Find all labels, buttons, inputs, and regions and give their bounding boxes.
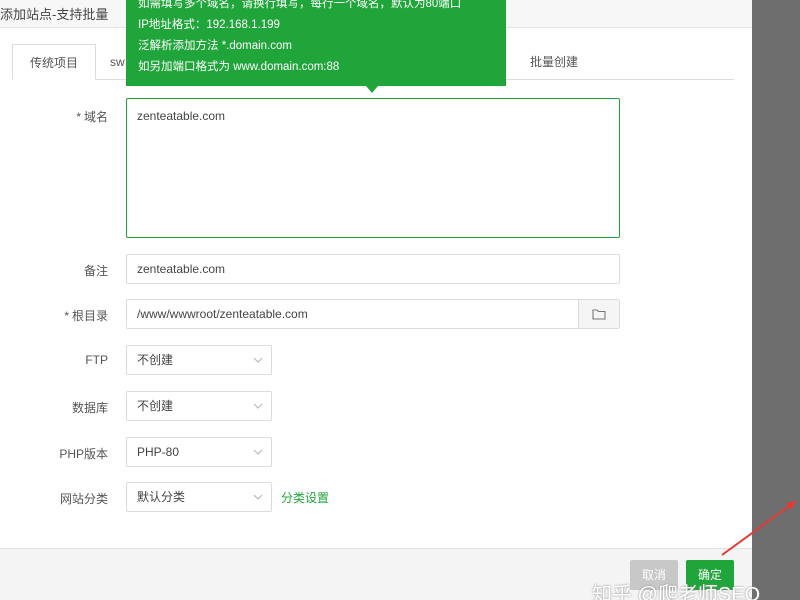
ftp-label: FTP [85, 353, 108, 367]
add-site-dialog: 添加站点-支持批量 传统项目 sw 批量创建 * 域名 zenteatable.c… [0, 0, 752, 600]
database-select-value: 不创建 [137, 399, 174, 413]
chevron-down-icon [253, 449, 263, 455]
note-input[interactable] [126, 254, 620, 284]
annotation-arrow-icon [721, 500, 797, 556]
root-dir-label: * 根目录 [0, 307, 108, 324]
tooltip-line: 如需填写多个域名，请换行填写，每行一个域名，默认为80端口 [138, 0, 462, 10]
required-mark: * [64, 309, 69, 323]
site-category-label: 网站分类 [59, 492, 108, 506]
domain-label-text: 域名 [83, 110, 108, 124]
root-dir-label-text: 根目录 [71, 309, 108, 323]
tab-batch-create[interactable]: 批量创建 [504, 44, 604, 80]
browse-folder-button[interactable] [578, 299, 620, 329]
tooltip-line: 泛解析添加方法 *.domain.com [138, 40, 293, 52]
watermark: 知乎 @爬老师SEO [592, 584, 761, 600]
site-category-select-value: 默认分类 [137, 490, 186, 504]
root-dir-input[interactable] [126, 299, 578, 329]
site-category-select[interactable]: 默认分类 [126, 482, 272, 512]
database-select[interactable]: 不创建 [126, 391, 272, 421]
chevron-down-icon [253, 357, 263, 363]
tooltip-line: IP地址格式：192.168.1.199 [138, 19, 280, 31]
tooltip-arrow [366, 86, 378, 93]
category-settings-link[interactable]: 分类设置 [281, 489, 329, 506]
ftp-select-value: 不创建 [137, 353, 174, 367]
database-label: 数据库 [71, 401, 108, 415]
chevron-down-icon [253, 403, 263, 409]
note-label: 备注 [83, 264, 108, 278]
domain-textarea[interactable]: zenteatable.com [126, 98, 620, 238]
php-version-select-value: PHP-80 [137, 445, 180, 459]
tab-traditional-project[interactable]: 传统项目 [12, 44, 96, 80]
php-version-label: PHP版本 [59, 447, 108, 461]
folder-icon [592, 309, 606, 320]
dialog-title: 添加站点-支持批量 [0, 7, 109, 22]
ftp-select[interactable]: 不创建 [126, 345, 272, 375]
tooltip-line: 如另加端口格式为 www.domain.com:88 [138, 61, 340, 73]
chevron-down-icon [253, 494, 263, 500]
domain-help-tooltip: 如需填写多个域名，请换行填写，每行一个域名，默认为80端口 IP地址格式：192… [126, 0, 506, 93]
domain-label: * 域名 [0, 108, 108, 125]
required-mark: * [76, 110, 81, 124]
php-version-select[interactable]: PHP-80 [126, 437, 272, 467]
